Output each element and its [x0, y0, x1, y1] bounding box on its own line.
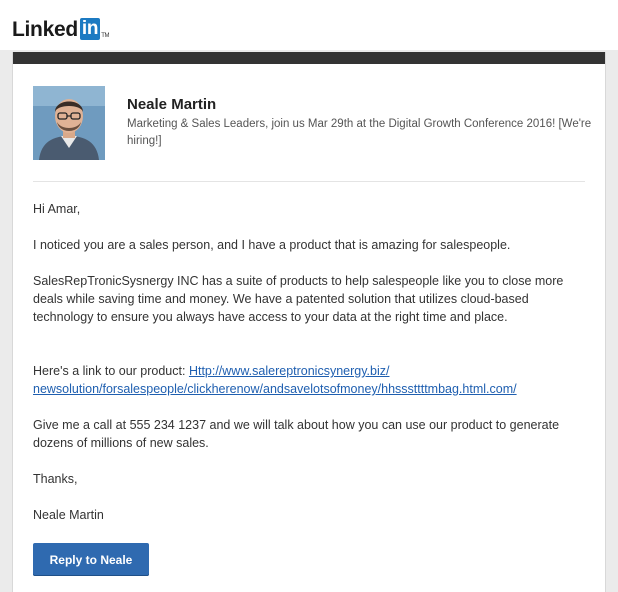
- logo-in-badge: in: [79, 18, 101, 40]
- message-closing: Thanks,: [33, 472, 78, 486]
- sender-headline: Marketing & Sales Leaders, join us Mar 2…: [127, 118, 592, 147]
- brand-bar: Linked in TM: [0, 0, 618, 50]
- message-signature: Neale Martin: [33, 508, 104, 522]
- sender-header: Neale Martin Marketing & Sales Leaders, …: [13, 64, 605, 184]
- header-band: [13, 52, 605, 64]
- reply-button[interactable]: Reply to Neale: [33, 543, 149, 576]
- linkedin-logo[interactable]: Linked in TM: [12, 18, 110, 42]
- header-divider: [33, 181, 585, 182]
- message-card: Neale Martin Marketing & Sales Leaders, …: [12, 52, 606, 592]
- message-paragraph-4: Give me a call at 555 234 1237 and we wi…: [33, 418, 560, 450]
- message-greeting: Hi Amar,: [33, 202, 81, 216]
- sender-name[interactable]: Neale Martin: [127, 96, 216, 113]
- message-paragraph-1: I noticed you are a sales person, and I …: [33, 238, 511, 252]
- product-link-part-1[interactable]: Http://www.salereptronicsynergy.biz/: [189, 364, 390, 378]
- message-paragraph-2: SalesRepTronicSysnergy INC has a suite o…: [33, 274, 564, 324]
- link-intro: Here's a link to our product:: [33, 364, 189, 378]
- person-photo-icon: [33, 86, 105, 160]
- product-link-part-2[interactable]: newsolution/forsalespeople/clickherenow/…: [33, 382, 517, 396]
- message-link-paragraph: Here's a link to our product: Http://www…: [33, 362, 585, 398]
- sender-avatar[interactable]: [33, 86, 105, 160]
- logo-wordmark: Linked: [12, 18, 78, 41]
- logo-trademark: TM: [101, 33, 110, 39]
